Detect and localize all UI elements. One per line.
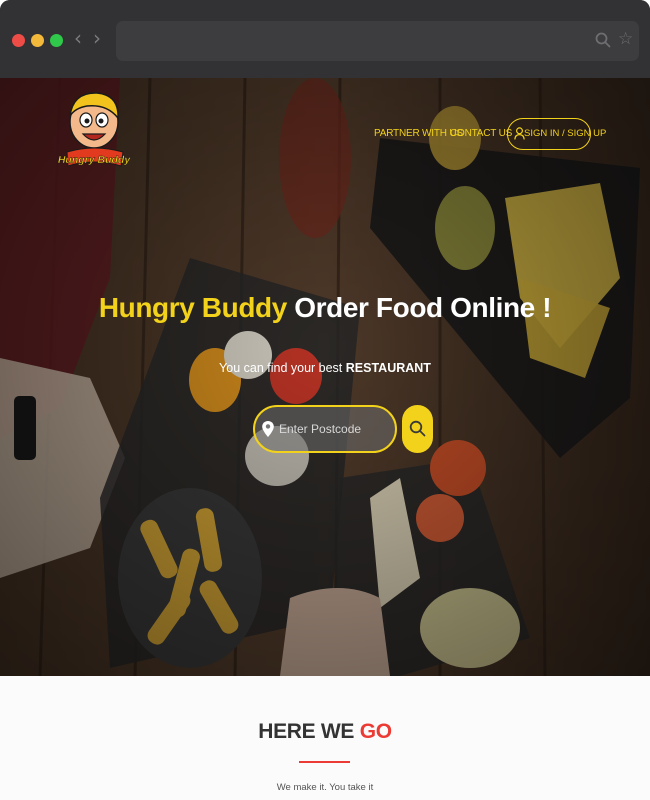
subheading-strong: RESTAURANT xyxy=(345,361,431,375)
section-divider xyxy=(299,761,350,763)
search-icon xyxy=(409,420,426,437)
chevron-left-icon[interactable]: ‹ xyxy=(74,28,82,48)
headline-brand: Hungry Buddy xyxy=(98,292,287,323)
search-button[interactable] xyxy=(402,405,433,453)
address-bar[interactable]: ☆ xyxy=(116,21,639,61)
section-title: HERE WE GO xyxy=(0,720,650,744)
headline-rest: Order Food Online ! xyxy=(286,292,552,323)
nav-contact-link[interactable]: CONTACT US xyxy=(450,128,512,139)
maximize-window-button[interactable] xyxy=(50,34,63,47)
section-tagline: We make it. You take it xyxy=(276,782,374,793)
top-navigation: PARTNER WITH US CONTACT US SIGN IN / SIG… xyxy=(0,118,650,152)
postcode-field[interactable] xyxy=(253,405,397,453)
minimize-window-button[interactable] xyxy=(31,34,44,47)
logo-text: Hungry Buddy xyxy=(58,154,131,166)
sign-in-button[interactable]: SIGN IN / SIGN UP xyxy=(507,118,606,150)
sign-in-label: SIGN IN / SIGN UP xyxy=(524,128,607,139)
hero-headline: Hungry Buddy Order Food Online ! xyxy=(0,292,650,324)
browser-toolbar: ‹ › ☆ xyxy=(0,0,650,78)
hero-subheading: You can find your best RESTAURANT xyxy=(0,361,650,375)
close-window-button[interactable] xyxy=(12,34,25,47)
here-we-go-section: HERE WE GO We make it. You take it xyxy=(0,676,650,800)
postcode-search xyxy=(253,405,433,453)
star-icon[interactable]: ☆ xyxy=(618,31,633,48)
browser-window: ‹ › ☆ Hungry Buddy PARTNER WITH US CONTA… xyxy=(0,0,650,800)
hero-section: Hungry Buddy PARTNER WITH US CONTACT US … xyxy=(0,78,650,676)
user-icon xyxy=(514,127,525,140)
chevron-right-icon[interactable]: › xyxy=(93,28,101,48)
section-title-main: HERE WE xyxy=(258,720,360,743)
subheading-text: You can find your best xyxy=(219,361,346,375)
postcode-input[interactable] xyxy=(279,416,391,442)
section-title-accent: GO xyxy=(359,720,392,743)
search-icon[interactable] xyxy=(595,32,611,48)
map-pin-icon xyxy=(262,421,274,437)
